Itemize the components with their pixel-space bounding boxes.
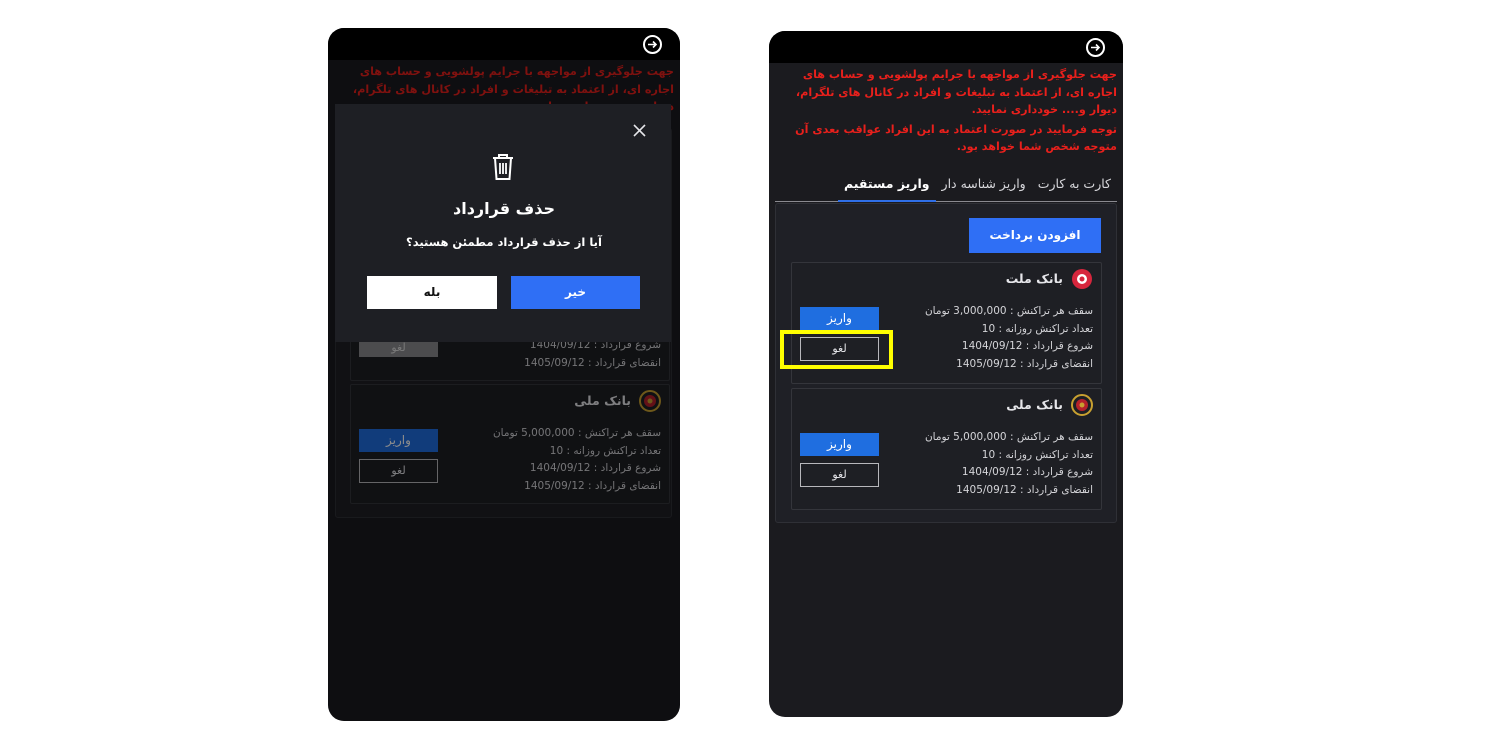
modal-question: آیا از حذف قرارداد مطمئن هستید؟ — [406, 235, 602, 249]
bank-mellat-logo-icon — [1071, 268, 1093, 290]
tab-id-deposit[interactable]: واریز شناسه دار — [936, 170, 1032, 202]
close-icon[interactable] — [633, 122, 646, 141]
warning-text: جهت جلوگیری از مواجهه با جرایم پولشویی و… — [769, 63, 1123, 156]
top-bar — [769, 31, 1123, 63]
trash-icon — [491, 153, 515, 185]
modal-title: حذف قرارداد — [453, 199, 555, 218]
daily-transaction-count: تعداد تراکنش روزانه : 10 — [981, 322, 1093, 335]
transaction-limit: سقف هر تراکنش : 5,000,000 تومان — [924, 431, 1093, 443]
deposit-button[interactable]: واریز — [800, 307, 879, 330]
payment-tabs: کارت به کارت واریز شناسه دار واریز مستقی… — [775, 170, 1117, 202]
deposit-button[interactable]: واریز — [800, 433, 879, 456]
forward-arrow-icon[interactable] — [1086, 38, 1105, 57]
tab-card-to-card[interactable]: کارت به کارت — [1032, 170, 1117, 202]
left-phone-screen: جهت جلوگیری از مواجهه با جرایم پولشویی و… — [328, 28, 680, 721]
daily-transaction-count: تعداد تراکنش روزانه : 10 — [981, 448, 1093, 461]
contract-start: شروع قرارداد : 1404/09/12 — [961, 340, 1093, 352]
transaction-limit: سقف هر تراکنش : 3,000,000 تومان — [924, 305, 1093, 317]
no-button[interactable]: خیر — [511, 276, 640, 309]
top-bar — [328, 28, 680, 60]
right-phone-screen: جهت جلوگیری از مواجهه با جرایم پولشویی و… — [769, 31, 1123, 717]
warning-line-1: جهت جلوگیری از مواجهه با جرایم پولشویی و… — [795, 68, 1117, 116]
highlight-box — [780, 330, 893, 369]
contract-end: انقضای قرارداد : 1405/09/12 — [956, 483, 1093, 496]
bank-card-melli: بانک ملی سقف هر تراکنش : 5,000,000 تومان… — [791, 388, 1102, 510]
bank-melli-logo-icon — [1071, 394, 1093, 416]
cancel-button[interactable]: لغو — [800, 463, 879, 487]
contract-end: انقضای قرارداد : 1405/09/12 — [956, 357, 1093, 370]
forward-arrow-icon[interactable] — [643, 35, 662, 54]
yes-button[interactable]: بله — [367, 276, 497, 309]
tab-direct-deposit[interactable]: واریز مستقیم — [838, 170, 936, 202]
bank-name: بانک ملی — [1006, 397, 1063, 412]
contract-start: شروع قرارداد : 1404/09/12 — [961, 466, 1093, 478]
warning-line-2: توجه فرمایید در صورت اعتماد به این افراد… — [795, 122, 1117, 154]
add-direct-payment-button[interactable]: افزودن پرداخت مستقیم — [969, 218, 1101, 277]
bank-name: بانک ملت — [1005, 271, 1063, 286]
